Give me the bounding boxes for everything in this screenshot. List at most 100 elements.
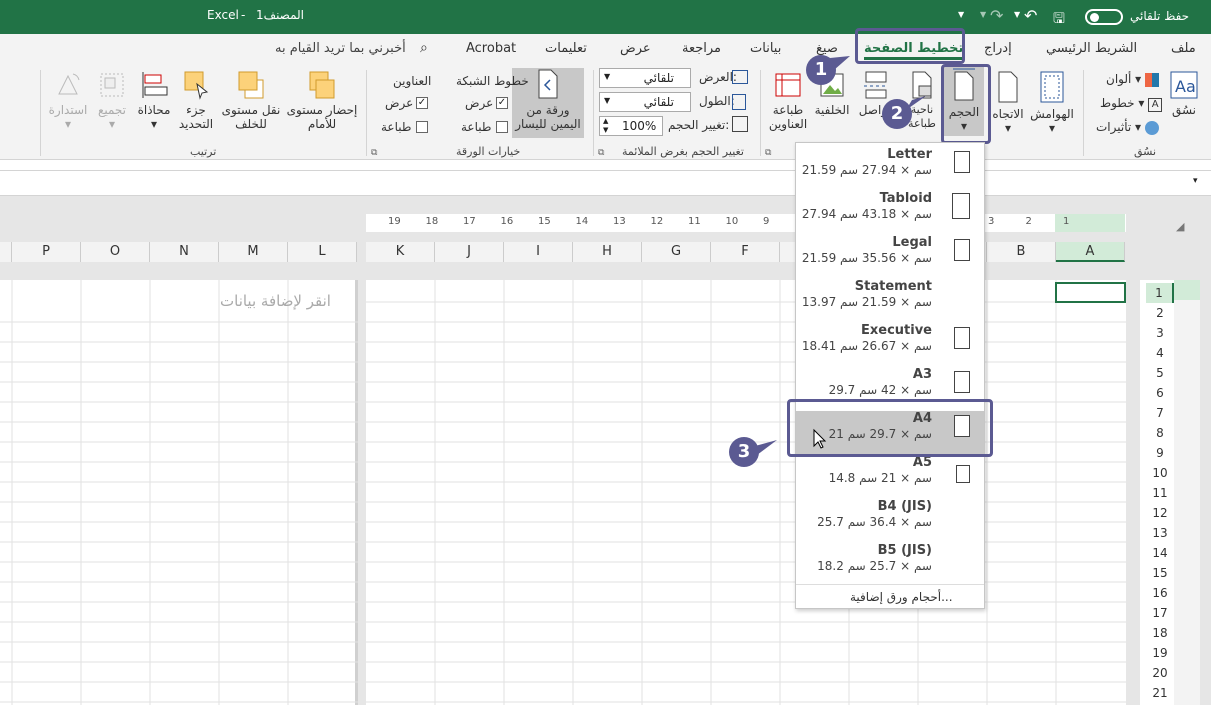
ruler-tick-label: 14 — [575, 216, 589, 227]
row-header[interactable]: 6 — [1146, 383, 1174, 403]
width-select[interactable]: تلقائي ▼ — [599, 68, 691, 88]
formula-bar[interactable]: ▾ — [0, 170, 1211, 196]
row-header[interactable]: 5 — [1146, 363, 1174, 383]
row-header[interactable]: 2 — [1146, 303, 1174, 323]
ruler-tick-label: 11 — [688, 216, 701, 227]
column-header[interactable]: A — [1056, 242, 1125, 262]
tab-file[interactable]: ملف — [1171, 41, 1196, 56]
undo-icon[interactable]: ↶ — [1024, 6, 1037, 25]
tab-help[interactable]: تعليمات — [545, 41, 587, 56]
effects-button[interactable]: تأثيرات ▾ — [1096, 120, 1159, 135]
tab-data[interactable]: بيانات — [750, 41, 781, 56]
row-header[interactable]: 9 — [1146, 443, 1174, 463]
gridlines-view-checkbox[interactable]: ✓ — [496, 97, 508, 109]
group-button[interactable]: تجميع ▾ — [92, 70, 132, 131]
column-header[interactable]: F — [711, 242, 780, 262]
more-paper-sizes[interactable]: أحجام ورق إضافية... — [850, 590, 953, 604]
height-select[interactable]: تلقائي ▼ — [599, 92, 691, 112]
row-header[interactable]: 11 — [1146, 483, 1174, 503]
click-to-add-data[interactable]: انقر لإضافة بيانات — [220, 292, 331, 310]
tab-home[interactable]: الشريط الرئيسي — [1046, 41, 1137, 56]
row-header[interactable]: 17 — [1146, 603, 1174, 623]
row-header[interactable]: 13 — [1146, 523, 1174, 543]
redo-icon[interactable]: ↷ — [990, 6, 1003, 25]
autosave-toggle[interactable] — [1085, 9, 1123, 25]
row-header[interactable]: 19 — [1146, 643, 1174, 663]
tab-acrobat[interactable]: Acrobat — [466, 41, 516, 56]
row-header[interactable]: 16 — [1146, 583, 1174, 603]
rotate-button[interactable]: استدارة ▾ — [46, 70, 90, 131]
column-header[interactable]: J — [435, 242, 504, 262]
headings-print-checkbox[interactable] — [416, 121, 428, 133]
send-backward-button[interactable]: نقل مستوى للخلف — [218, 70, 284, 131]
paper-size-item[interactable]: Statement 13.97 سم × 21.59 سم — [796, 279, 984, 323]
expand-formula-bar-icon[interactable]: ▾ — [1193, 176, 1198, 186]
align-button[interactable]: محاذاة ▾ — [134, 70, 174, 131]
document-title: المصنف1 — [256, 8, 305, 22]
paper-size-dimensions: 18.41 سم × 26.67 سم — [801, 339, 932, 353]
row-header[interactable]: 18 — [1146, 623, 1174, 643]
paper-size-item[interactable]: Legal 21.59 سم × 35.56 سم — [796, 235, 984, 279]
colors-button[interactable]: ألوان ▾ — [1106, 72, 1159, 87]
column-header[interactable]: H — [573, 242, 642, 262]
column-header[interactable]: B — [987, 242, 1056, 262]
paper-size-dimensions: 25.7 سم × 36.4 سم — [817, 515, 932, 529]
column-header[interactable]: N — [150, 242, 219, 262]
tell-me-box[interactable]: أخبرني بما تريد القيام به — [275, 41, 406, 56]
headings-view-checkbox[interactable]: ✓ — [416, 97, 428, 109]
row-header[interactable]: 3 — [1146, 323, 1174, 343]
fonts-button[interactable]: خطوط ▾ A — [1100, 96, 1163, 112]
scale-input[interactable]: 100% ▲ ▼ — [599, 116, 663, 136]
autosave-label: حفظ تلقائي — [1130, 9, 1190, 23]
row-header[interactable]: 10 — [1146, 463, 1174, 483]
undo-dropdown-icon[interactable]: ▼ — [1014, 10, 1020, 19]
tab-formulas[interactable]: صيغ — [816, 41, 838, 56]
app-name: Excel — [207, 8, 239, 22]
paper-size-item[interactable]: Letter 21.59 سم × 27.94 سم — [796, 147, 984, 191]
column-header[interactable]: P — [12, 242, 81, 262]
left-page[interactable]: انقر لإضافة بيانات — [0, 280, 358, 705]
paper-size-item[interactable]: A5 14.8 سم × 21 سم — [796, 455, 984, 499]
active-cell-a1[interactable] — [1055, 282, 1126, 303]
customize-qat-icon[interactable]: ▼ — [958, 10, 964, 19]
orientation-button[interactable]: الاتجاه ▾ — [988, 70, 1028, 135]
column-header[interactable]: I — [504, 242, 573, 262]
paper-size-name: Letter — [887, 147, 932, 162]
bring-forward-button[interactable]: إحضار مستوى للأمام — [286, 70, 358, 131]
paper-size-item[interactable]: Tabloid 27.94 سم × 43.18 سم — [796, 191, 984, 235]
tab-insert[interactable]: إدراج — [984, 41, 1012, 56]
redo-dropdown-icon[interactable]: ▼ — [980, 10, 986, 19]
paper-size-item[interactable]: Executive 18.41 سم × 26.67 سم — [796, 323, 984, 367]
themes-button[interactable]: Aa نسُق — [1166, 70, 1202, 117]
page-setup-launcher-icon[interactable]: ⧉ — [765, 148, 771, 158]
search-icon[interactable]: ⌕ — [420, 40, 428, 56]
paper-size-item[interactable]: B5 (JIS) 18.2 سم × 25.7 سم — [796, 543, 984, 587]
themes-group-label: نسُق — [1134, 145, 1157, 158]
gridlines-print-checkbox[interactable] — [496, 121, 508, 133]
column-header[interactable]: O — [81, 242, 150, 262]
column-header[interactable]: G — [642, 242, 711, 262]
row-header[interactable]: 1 — [1146, 283, 1174, 303]
sheet-options-launcher-icon[interactable]: ⧉ — [371, 148, 377, 158]
select-all-corner-icon[interactable]: ◢ — [1176, 220, 1184, 233]
save-icon[interactable]: 🖫 — [1053, 8, 1065, 32]
row-header[interactable]: 4 — [1146, 343, 1174, 363]
tab-view[interactable]: عرض — [620, 41, 651, 56]
paper-size-item[interactable]: B4 (JIS) 25.7 سم × 36.4 سم — [796, 499, 984, 543]
scale-launcher-icon[interactable]: ⧉ — [598, 148, 604, 158]
row-header[interactable]: 7 — [1146, 403, 1174, 423]
selection-pane-button[interactable]: جزء التحديد — [176, 70, 216, 131]
right-page[interactable] — [366, 280, 1126, 705]
row-header[interactable]: 15 — [1146, 563, 1174, 583]
print-titles-button[interactable]: طباعة العناوين — [766, 70, 810, 131]
row-header[interactable]: 8 — [1146, 423, 1174, 443]
margins-button[interactable]: الهوامش ▾ — [1028, 70, 1076, 135]
tab-review[interactable]: مراجعة — [682, 41, 721, 56]
column-header[interactable]: L — [288, 242, 357, 262]
row-header[interactable]: 12 — [1146, 503, 1174, 523]
row-header[interactable]: 14 — [1146, 543, 1174, 563]
row-header[interactable]: 21 — [1146, 683, 1174, 703]
row-header[interactable]: 20 — [1146, 663, 1174, 683]
column-header[interactable]: M — [219, 242, 288, 262]
column-header[interactable]: K — [366, 242, 435, 262]
